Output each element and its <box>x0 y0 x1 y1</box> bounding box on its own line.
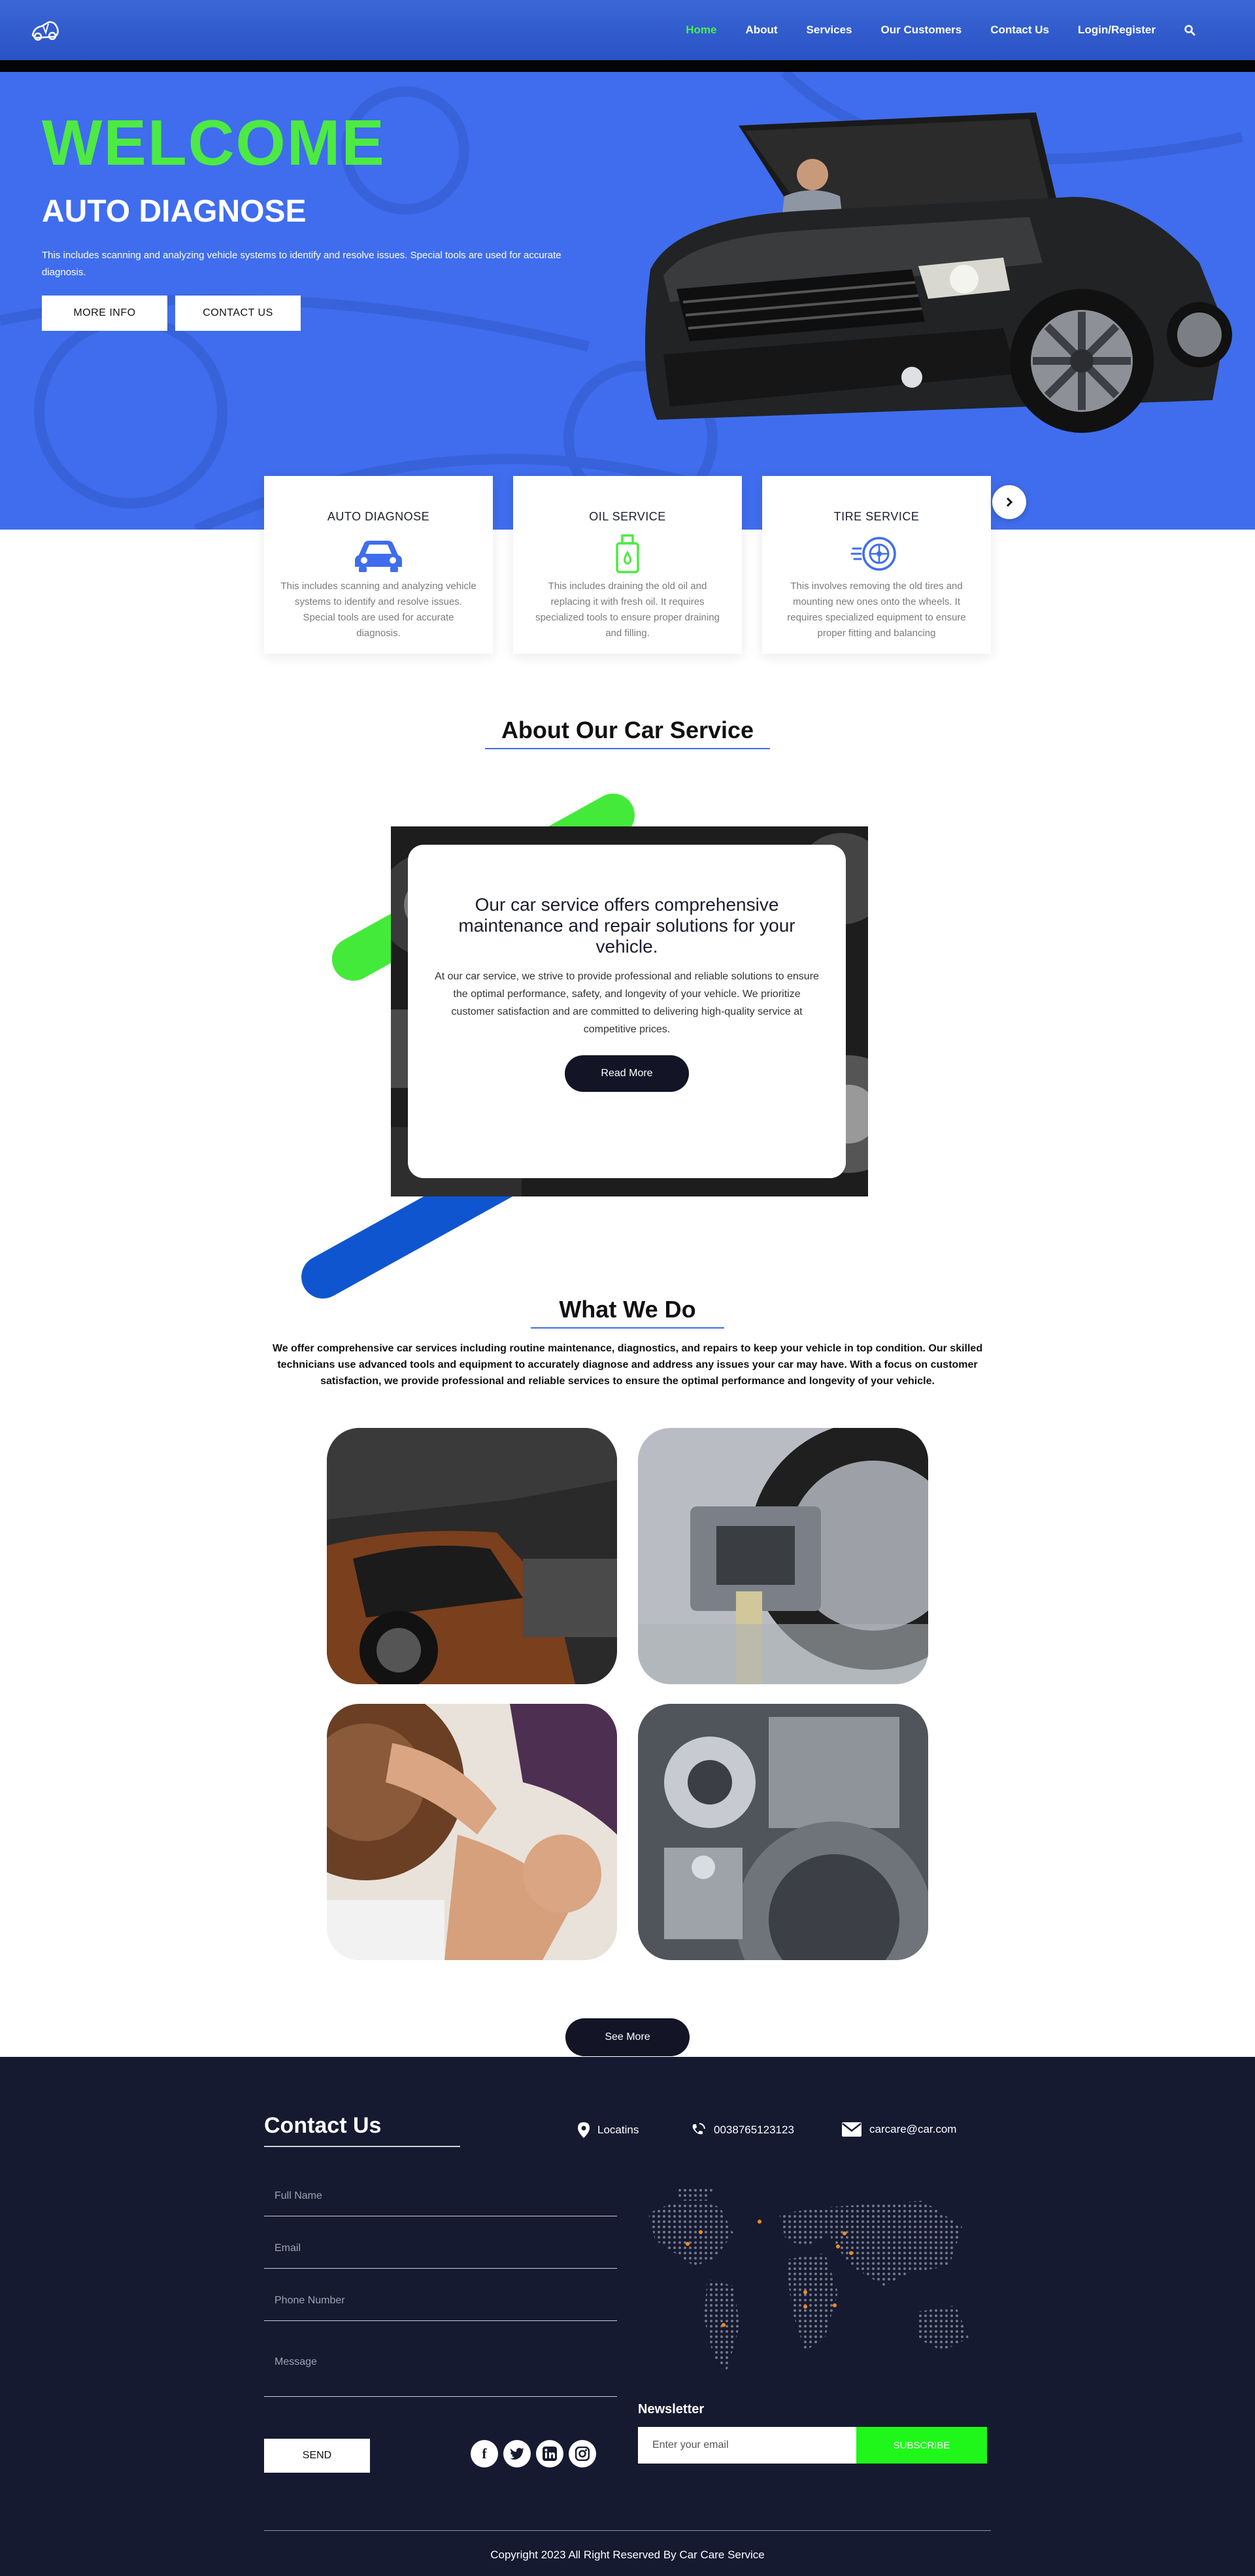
service-card-description: This involves removing the old tires and… <box>787 581 966 639</box>
engine-bay-photo <box>327 1428 617 1684</box>
car-icon <box>355 541 402 572</box>
gallery-image-engine-bay[interactable] <box>327 1428 617 1684</box>
message-field[interactable]: Message <box>264 2347 617 2397</box>
service-card-title: TIRE SERVICE <box>833 510 920 523</box>
contact-us-title: Contact Us <box>264 2113 382 2138</box>
chevron-right-icon <box>1006 497 1013 507</box>
send-button[interactable]: SEND <box>264 2439 370 2473</box>
what-we-do-underline <box>531 1327 724 1329</box>
main-nav: Home About Services Our Customers Contac… <box>671 0 1203 60</box>
service-card-title: AUTO DIAGNOSE <box>327 510 430 523</box>
nav-our-customers[interactable]: Our Customers <box>867 24 977 37</box>
service-card-description: This includes draining the old oil and r… <box>535 581 720 639</box>
phone-number: 0038765123123 <box>714 2124 794 2136</box>
map-pin-icon <box>578 2122 590 2138</box>
service-card-description: This includes scanning and analyzing veh… <box>280 581 477 639</box>
what-we-do-heading-wrap: What We Do <box>0 1296 1255 1323</box>
subscribe-button[interactable]: SUBSCRIBE <box>856 2427 987 2464</box>
brake-repair-photo <box>327 1704 617 1960</box>
service-card-auto-diagnose[interactable]: AUTO DIAGNOSE This includes scanning and… <box>264 476 493 654</box>
linkedin-icon[interactable] <box>536 2440 563 2467</box>
more-info-button[interactable]: MORE INFO <box>42 296 167 331</box>
location-label: Locatins <box>597 2124 639 2136</box>
instagram-icon[interactable] <box>569 2440 596 2467</box>
site-header: Home About Services Our Customers Contac… <box>0 0 1255 60</box>
about-heading: About Our Car Service <box>501 717 754 743</box>
nav-login-register[interactable]: Login/Register <box>1063 24 1170 37</box>
about-heading-wrap: About Our Car Service <box>0 717 1255 744</box>
header-divider <box>0 60 1255 72</box>
what-we-do-heading: What We Do <box>559 1296 696 1323</box>
copyright-text: Copyright 2023 All Right Reserved By Car… <box>490 2549 765 2561</box>
about-heading-underline <box>485 748 770 749</box>
phone-number-field[interactable]: Phone Number <box>264 2288 617 2321</box>
email-info[interactable]: carcare@car.com <box>842 2122 956 2137</box>
phone-info[interactable]: 0038765123123 <box>690 2122 794 2138</box>
nav-services[interactable]: Services <box>792 24 867 37</box>
service-cards: AUTO DIAGNOSE This includes scanning and… <box>264 476 991 654</box>
nav-about[interactable]: About <box>731 24 792 37</box>
what-we-do-description: We offer comprehensive car services incl… <box>272 1343 983 1387</box>
full-name-field[interactable]: Full Name <box>264 2184 617 2216</box>
engine-parts-photo <box>638 1704 928 1960</box>
contact-us-button[interactable]: CONTACT US <box>175 296 301 331</box>
hero-car-image <box>645 112 1232 433</box>
slider-next-button[interactable] <box>992 485 1026 519</box>
wheel-alignment-photo <box>638 1428 928 1684</box>
service-card-tire-service[interactable]: TIRE SERVICE This involves removing the … <box>762 476 991 654</box>
newsletter-title: Newsletter <box>638 2402 705 2416</box>
email-address: carcare@car.com <box>869 2123 957 2135</box>
about-card-title: Our car service offers comprehensive mai… <box>458 894 795 957</box>
location-info[interactable]: Locatins <box>578 2122 639 2138</box>
nav-home[interactable]: Home <box>671 24 731 37</box>
tire-icon <box>850 537 896 571</box>
about-card-text: At our car service, we strive to provide… <box>435 971 819 1035</box>
hero-welcome: WELCOME <box>42 107 386 178</box>
facebook-icon[interactable]: f <box>471 2440 498 2467</box>
gallery-image-engine-parts[interactable] <box>638 1704 928 1960</box>
search-icon[interactable] <box>1177 17 1203 43</box>
contact-title-underline <box>264 2146 460 2147</box>
see-more-button[interactable]: See More <box>565 2018 690 2056</box>
gallery-image-wheel-alignment[interactable] <box>638 1428 928 1684</box>
hero-description: This includes scanning and analyzing veh… <box>42 250 561 278</box>
footer: Contact Us Locatins 0038765123123 carcar… <box>0 2057 1255 2576</box>
email-field[interactable]: Email <box>264 2236 617 2269</box>
read-more-button[interactable]: Read More <box>565 1055 689 1092</box>
world-map-graphic <box>648 2188 969 2371</box>
phone-icon <box>692 2123 705 2135</box>
newsletter-email-input[interactable]: Enter your email <box>638 2427 856 2464</box>
envelope-icon <box>842 2122 862 2137</box>
about-card: Our car service offers comprehensive mai… <box>408 845 846 1178</box>
about-section: Our car service offers comprehensive mai… <box>293 785 928 1306</box>
service-card-title: OIL SERVICE <box>589 510 666 523</box>
footer-divider <box>264 2530 991 2531</box>
hero-section: WELCOME AUTO DIAGNOSE This includes scan… <box>0 72 1255 530</box>
hero-title: AUTO DIAGNOSE <box>42 194 307 229</box>
oil-can-icon <box>616 534 639 573</box>
gallery-image-brake-repair[interactable] <box>327 1704 617 1960</box>
service-card-oil-service[interactable]: OIL SERVICE This includes draining the o… <box>513 476 742 654</box>
twitter-icon[interactable] <box>503 2440 531 2467</box>
car-logo-icon[interactable] <box>29 16 61 44</box>
nav-contact-us[interactable]: Contact Us <box>976 24 1063 37</box>
